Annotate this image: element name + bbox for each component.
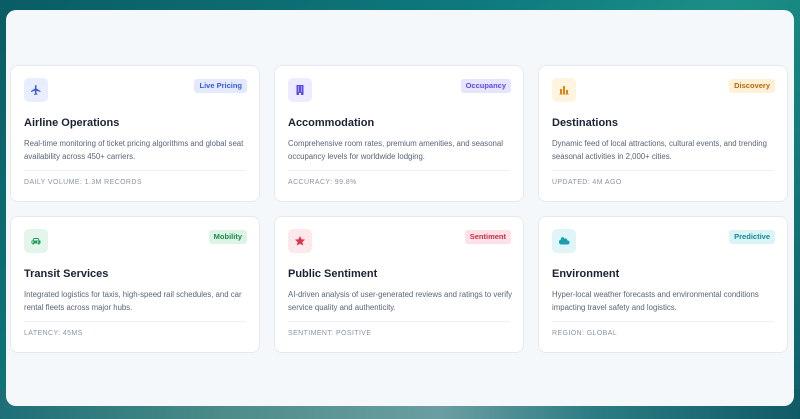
card-title: Transit Services [24,268,109,280]
card-public-sentiment[interactable]: Sentiment Public Sentiment AI-driven ana… [274,216,524,353]
building-icon [288,78,312,102]
card-description: Comprehensive room rates, premium amenit… [288,139,503,161]
main-panel: Live Pricing Airline Operations Real-tim… [6,10,794,406]
status-badge: Occupancy [460,79,511,93]
card-title: Destinations [552,117,619,129]
card-description: Integrated logistics for taxis, high-spe… [24,290,242,312]
divider [552,321,774,322]
card-transit-services[interactable]: Mobility Transit Services Integrated log… [10,216,260,353]
divider [24,321,246,322]
divider [24,170,246,171]
status-badge: Predictive [729,230,775,244]
card-meta: ACCURACY: 99.8% [288,179,357,186]
divider [288,321,510,322]
card-title: Public Sentiment [288,268,378,280]
card-destinations[interactable]: Discovery Destinations Dynamic feed of l… [538,65,788,202]
car-icon [24,229,48,253]
card-meta: UPDATED: 4M AGO [552,179,622,186]
card-meta: SENTIMENT: POSITIVE [288,330,372,337]
status-badge: Mobility [208,230,247,244]
card-title: Airline Operations [24,117,120,129]
card-description: Hyper-local weather forecasts and enviro… [552,290,759,312]
card-title: Accommodation [288,117,375,129]
status-badge: Sentiment [464,230,511,244]
card-title: Environment [552,268,620,280]
card-description: Real-time monitoring of ticket pricing a… [24,139,244,161]
cloud-sun-icon [552,229,576,253]
status-badge: Live Pricing [194,79,247,93]
divider [288,170,510,171]
card-description: AI-driven analysis of user-generated rev… [288,290,513,312]
card-environment[interactable]: Predictive Environment Hyper-local weath… [538,216,788,353]
card-airline-operations[interactable]: Live Pricing Airline Operations Real-tim… [10,65,260,202]
map-icon [552,78,576,102]
divider [552,170,774,171]
card-meta: REGION: GLOBAL [552,330,618,337]
card-description: Dynamic feed of local attractions, cultu… [552,139,767,161]
card-accommodation[interactable]: Occupancy Accommodation Comprehensive ro… [274,65,524,202]
card-meta: LATENCY: 45MS [24,330,83,337]
star-icon [288,229,312,253]
card-meta: DAILY VOLUME: 1.3M RECORDS [24,179,142,186]
airplane-icon [24,78,48,102]
status-badge: Discovery [729,79,775,93]
